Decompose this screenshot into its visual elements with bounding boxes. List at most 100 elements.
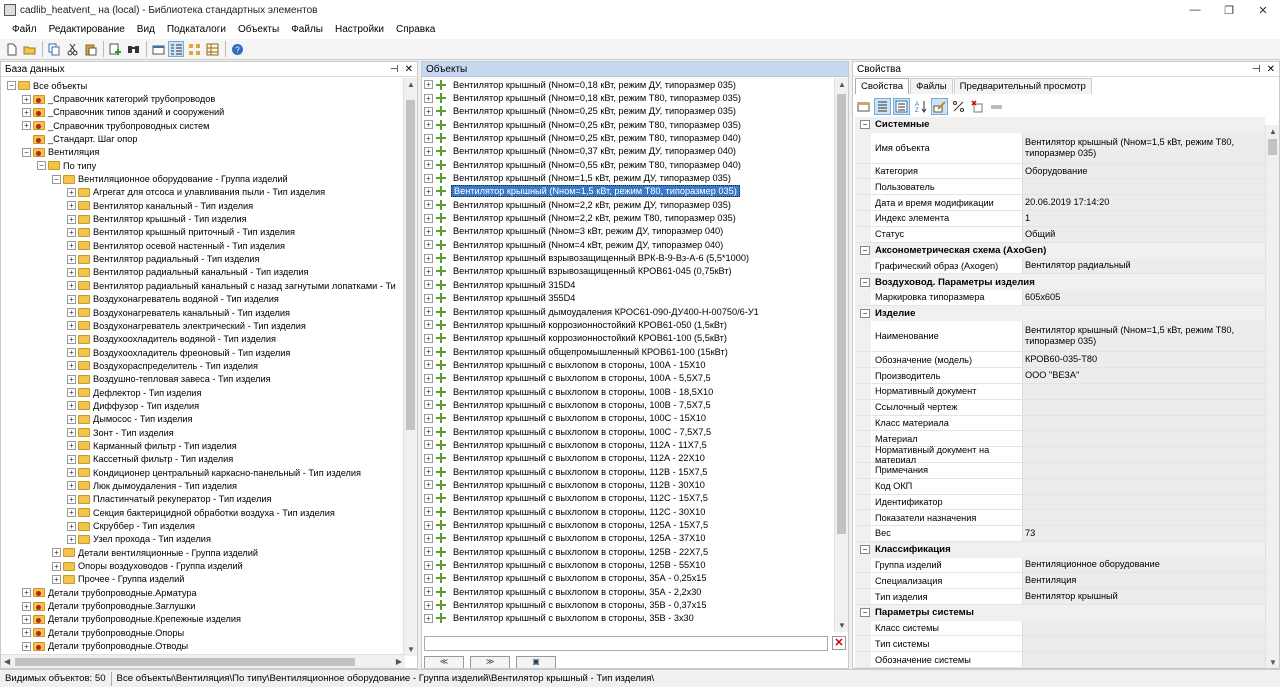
expand-toggle-icon[interactable]: + [424,400,433,410]
expand-toggle-icon[interactable]: + [67,481,76,491]
categorized-view-icon[interactable] [874,97,891,115]
collapse-section-icon[interactable]: − [860,246,870,256]
tree-node[interactable]: + Воздухораспределитель - Тип изделия [3,359,405,372]
copy-icon[interactable] [46,41,62,57]
collapse-section-icon[interactable]: − [860,277,870,287]
maximize-button[interactable]: ❐ [1212,0,1246,20]
menu-file[interactable]: Файл [6,24,43,35]
property-row[interactable]: Категория Оборудование [855,163,1265,180]
property-value[interactable] [1023,431,1265,447]
scrollbar-thumb[interactable] [837,94,846,534]
expand-toggle-icon[interactable]: + [67,267,76,277]
expand-toggle-icon[interactable]: + [424,320,433,330]
expand-toggle-icon[interactable]: + [424,507,433,517]
object-list-item[interactable]: + Вентилятор крышный (Nном=1,5 кВт, режим… [424,185,836,198]
tree-node[interactable]: + Кассетный фильтр - Тип изделия [3,453,405,466]
property-value[interactable]: 73 [1023,526,1265,541]
close-button[interactable]: ✕ [1246,0,1280,20]
add-object-icon[interactable] [107,41,123,57]
expand-toggle-icon[interactable]: + [424,613,433,623]
close-icon[interactable]: ✕ [1267,64,1275,75]
property-value[interactable] [1023,494,1265,510]
expand-toggle-icon[interactable]: + [424,106,433,116]
expand-toggle-icon[interactable]: + [424,266,433,276]
property-value[interactable]: 20.06.2019 17:14:20 [1023,195,1265,211]
object-list-item[interactable]: + Вентилятор крышный коррозионностойкий К… [424,332,836,345]
tab-properties[interactable]: Свойства [855,78,910,94]
objects-vertical-scrollbar[interactable]: ▲ ▼ [834,78,848,632]
expand-toggle-icon[interactable]: + [22,121,31,131]
property-row[interactable]: Идентификатор [855,494,1265,511]
tree-node[interactable]: + Детали трубопроводные.Заглушки [3,599,405,612]
tree-node[interactable]: + Детали трубопроводные.Опоры [3,626,405,639]
tree-node[interactable]: − Вентиляционное оборудование - Группа из… [3,172,405,185]
tree-node[interactable]: + Вентилятор радиальный - Тип изделия [3,252,405,265]
paste-icon[interactable] [82,41,98,57]
object-list-item[interactable]: + Вентилятор крышный с выхлопом в стороны… [424,492,836,505]
property-value[interactable]: Вентилятор радиальный [1023,258,1265,274]
property-value[interactable] [1023,415,1265,431]
object-list-item[interactable]: + Вентилятор крышный с выхлопом в стороны… [424,518,836,531]
property-section-header[interactable]: − Классификация [855,541,1265,558]
expand-toggle-icon[interactable]: + [424,467,433,477]
tree-node[interactable]: + Скруббер - Тип изделия [3,519,405,532]
tree-node[interactable]: + Воздухонагреватель водяной - Тип издели… [3,293,405,306]
object-list-item[interactable]: + Вентилятор крышный с выхлопом в стороны… [424,598,836,611]
tree-node[interactable]: − Вентиляция [3,146,405,159]
tree-node[interactable]: + _Справочник типов зданий и сооружений [3,106,405,119]
object-list-item[interactable]: + Вентилятор крышный (Nном=2,2 кВт, режим… [424,211,836,224]
sort-az-icon[interactable]: AZ [912,98,929,115]
property-value[interactable] [1023,620,1265,636]
property-row[interactable]: Статус Общий [855,226,1265,243]
expand-toggle-icon[interactable]: + [22,641,31,651]
next-page-button[interactable]: ≫ [470,656,510,668]
menu-view[interactable]: Вид [131,24,161,35]
expand-toggle-icon[interactable]: + [67,334,76,344]
delete-property-icon[interactable] [969,98,986,115]
scrollbar-thumb[interactable] [1268,139,1277,155]
grid-view-icon[interactable] [204,41,220,57]
tree-node[interactable]: + Вентилятор крышный приточный - Тип изде… [3,226,405,239]
object-list-item[interactable]: + Вентилятор крышный (Nном=0,18 кВт, режи… [424,91,836,104]
expand-toggle-icon[interactable]: + [424,480,433,490]
expand-toggle-icon[interactable]: + [67,294,76,304]
close-icon[interactable]: ✕ [405,64,413,75]
expand-toggle-icon[interactable]: + [22,601,31,611]
expand-toggle-icon[interactable]: + [67,241,76,251]
property-value[interactable] [1023,447,1265,462]
object-list-item[interactable]: + Вентилятор крышный (Nном=2,2 кВт, режим… [424,198,836,211]
minimize-button[interactable]: — [1178,0,1212,20]
expand-toggle-icon[interactable]: + [424,186,433,196]
tree-node[interactable]: + Вентилятор радиальный канальный - Тип и… [3,266,405,279]
grouped-view-icon[interactable] [893,97,910,115]
expand-toggle-icon[interactable]: + [67,214,76,224]
object-list-item[interactable]: + Вентилятор крышный с выхлопом в стороны… [424,385,836,398]
expand-toggle-icon[interactable]: + [424,520,433,530]
property-row[interactable]: Нормативный документ [855,383,1265,400]
object-list-item[interactable]: + Вентилятор крышный коррозионностойкий К… [424,318,836,331]
expand-toggle-icon[interactable]: + [67,494,76,504]
expand-toggle-icon[interactable]: + [67,388,76,398]
find-icon[interactable] [125,41,141,57]
object-list-item[interactable]: + Вентилятор крышный (Nном=0,18 кВт, режи… [424,78,836,91]
property-row[interactable]: Пользователь [855,179,1265,196]
property-section-header[interactable]: − Аксонометрическая схема (AxoGen) [855,242,1265,259]
expand-toggle-icon[interactable]: − [37,161,46,171]
collapse-section-icon[interactable]: − [860,120,870,130]
property-value[interactable]: ООО "ВЕЗА" [1023,368,1265,383]
tree-node[interactable]: + Агрегат для отсоса и улавливания пыли -… [3,186,405,199]
property-value[interactable] [1023,383,1265,399]
tree-node[interactable]: + _Справочник трубопроводных систем [3,119,405,132]
open-folder-icon[interactable] [21,41,37,57]
property-row[interactable]: Класс материала [855,415,1265,432]
help-icon[interactable]: ? [229,41,245,57]
object-list-item[interactable]: + Вентилятор крышный 315D4 [424,278,836,291]
expand-toggle-icon[interactable]: − [52,174,61,184]
menu-subcatalogs[interactable]: Подкаталоги [161,24,232,35]
edit-value-icon[interactable] [931,97,948,115]
tree-vertical-scrollbar[interactable]: ▲ ▼ [403,78,417,656]
expand-toggle-icon[interactable]: + [22,628,31,638]
expand-toggle-icon[interactable]: + [67,441,76,451]
expand-toggle-icon[interactable]: + [22,588,31,598]
expand-toggle-icon[interactable]: + [22,614,31,624]
